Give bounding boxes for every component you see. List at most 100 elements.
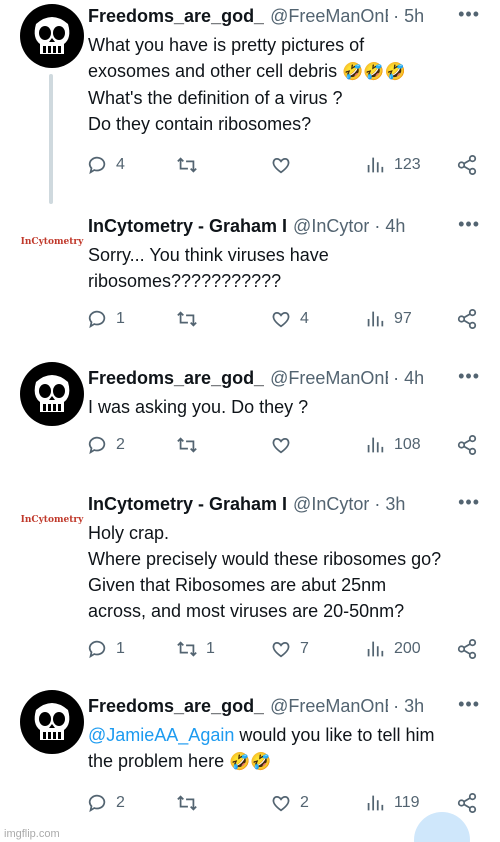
heart-icon (272, 642, 290, 658)
tweet-text: @JamieAA_Again would you like to tell hi… (88, 722, 488, 775)
separator-dot: · (393, 367, 400, 388)
like-button[interactable]: 2 (270, 792, 309, 814)
views-button[interactable]: 97 (364, 308, 412, 330)
timestamp[interactable]: 4h (404, 368, 424, 389)
timestamp[interactable]: 4h (385, 216, 405, 237)
reply-button[interactable]: 2 (86, 434, 125, 456)
views-count: 119 (394, 794, 420, 811)
separator-dot: · (374, 215, 381, 236)
avatar-incytometry-logo[interactable]: InCytometry (20, 488, 84, 552)
tweet-line-with-emoji: the problem here 🤣🤣 (88, 748, 488, 775)
action-bar: 1 4 97 (86, 308, 478, 334)
views-button[interactable]: 123 (364, 154, 421, 176)
share-button[interactable] (456, 154, 478, 176)
retweet-button[interactable] (176, 308, 206, 330)
tweet-line: Holy crap. (88, 523, 170, 543)
retweet-icon (177, 795, 197, 811)
tweet-text: I was asking you. Do they ? (88, 394, 488, 420)
tweet-line: Given that Ribosomes are abut 25nm (88, 575, 387, 595)
views-button[interactable]: 200 (364, 638, 421, 660)
share-button[interactable] (456, 792, 478, 814)
user-handle[interactable]: @InCytor (293, 216, 369, 237)
like-button[interactable]: 4 (270, 308, 309, 330)
more-options-icon[interactable]: ••• (458, 214, 480, 235)
display-name[interactable]: InCytometry - Graham I (88, 216, 287, 237)
reply-count: 4 (116, 156, 125, 173)
retweet-button[interactable] (176, 792, 206, 814)
display-name[interactable]: InCytometry - Graham I (88, 494, 287, 515)
retweet-icon (177, 311, 197, 327)
separator-dot: · (393, 695, 400, 716)
mention-link[interactable]: @JamieAA_Again (88, 725, 234, 745)
reply-button[interactable]: 4 (86, 154, 125, 176)
views-button[interactable]: 108 (364, 434, 421, 456)
more-options-icon[interactable]: ••• (458, 492, 480, 513)
avatar-punisher-skull[interactable] (20, 690, 84, 754)
tweet-text: Sorry... You think viruses have ribosome… (88, 242, 488, 294)
incytometry-logo: InCytometry (20, 237, 84, 247)
views-count: 97 (394, 310, 412, 327)
like-button[interactable] (270, 434, 300, 456)
views-count: 200 (394, 640, 421, 657)
timestamp[interactable]: 3h (404, 696, 424, 717)
user-handle[interactable]: @FreeManOnE (270, 6, 388, 27)
retweet-button[interactable] (176, 154, 206, 176)
reply-count: 2 (116, 436, 125, 453)
tweet[interactable]: InCytometry InCytometry - Graham I @InCy… (0, 210, 500, 350)
share-icon (457, 154, 477, 176)
like-button[interactable] (270, 154, 300, 176)
reply-icon (88, 794, 106, 813)
heart-icon (272, 312, 290, 328)
retweet-button[interactable]: 1 (176, 638, 215, 660)
tweet[interactable]: Freedoms_are_god_ @FreeManOnE · 3h ••• @… (0, 690, 500, 842)
share-button[interactable] (456, 434, 478, 456)
tweet-header: InCytometry - Graham I @InCytor · 4h ••• (88, 214, 480, 238)
avatar-incytometry-logo[interactable]: InCytometry (20, 210, 84, 274)
tweet-header: Freedoms_are_god_ @FreeManOnE · 5h ••• (88, 4, 480, 28)
reply-button[interactable]: 1 (86, 308, 125, 330)
reply-count: 1 (116, 310, 125, 327)
avatar-punisher-skull[interactable] (20, 362, 84, 426)
views-chart-icon (367, 437, 384, 453)
tweet[interactable]: InCytometry InCytometry - Graham I @InCy… (0, 488, 500, 684)
tweet-text: What you have is pretty pictures of exos… (88, 32, 488, 137)
display-name[interactable]: Freedoms_are_god_ (88, 696, 264, 717)
views-chart-icon (367, 641, 384, 657)
user-handle[interactable]: @FreeManOnE (270, 368, 388, 389)
views-button[interactable]: 119 (364, 792, 420, 814)
tweet-line: exosomes and other cell debris (88, 61, 338, 81)
more-options-icon[interactable]: ••• (458, 4, 480, 25)
reply-icon (88, 156, 106, 175)
more-options-icon[interactable]: ••• (458, 694, 480, 715)
reply-button[interactable]: 1 (86, 638, 125, 660)
views-count: 108 (394, 436, 421, 453)
share-button[interactable] (456, 308, 478, 330)
avatar-punisher-skull[interactable] (20, 4, 84, 68)
timestamp[interactable]: 3h (385, 494, 405, 515)
action-bar: 1 1 7 200 (86, 638, 478, 664)
display-name[interactable]: Freedoms_are_god_ (88, 368, 264, 389)
retweet-icon (177, 157, 197, 173)
like-count: 2 (300, 794, 309, 811)
user-handle[interactable]: @FreeManOnE (270, 696, 388, 717)
tweet-line-with-emoji: exosomes and other cell debris 🤣🤣🤣 (88, 58, 488, 85)
heart-icon (272, 438, 290, 454)
reply-count: 2 (116, 794, 125, 811)
display-name[interactable]: Freedoms_are_god_ (88, 6, 264, 27)
separator-dot: · (393, 5, 400, 26)
like-button[interactable]: 7 (270, 638, 309, 660)
reply-button[interactable]: 2 (86, 792, 125, 814)
more-options-icon[interactable]: ••• (458, 366, 480, 387)
tweet[interactable]: Freedoms_are_god_ @FreeManOnE · 4h ••• I… (0, 362, 500, 482)
user-handle[interactable]: @InCytor (293, 494, 369, 515)
share-icon (457, 308, 477, 330)
retweet-count: 1 (206, 640, 215, 657)
views-chart-icon (367, 157, 384, 173)
action-bar: 2 108 (86, 434, 478, 460)
timestamp[interactable]: 5h (404, 6, 424, 27)
tweet-line: What's the definition of a virus ? (88, 88, 343, 108)
tweet-line: across, and most viruses are 20-50nm? (88, 601, 405, 621)
retweet-button[interactable] (176, 434, 206, 456)
tweet[interactable]: Freedoms_are_god_ @FreeManOnE · 5h ••• W… (0, 0, 500, 204)
share-button[interactable] (456, 638, 478, 660)
